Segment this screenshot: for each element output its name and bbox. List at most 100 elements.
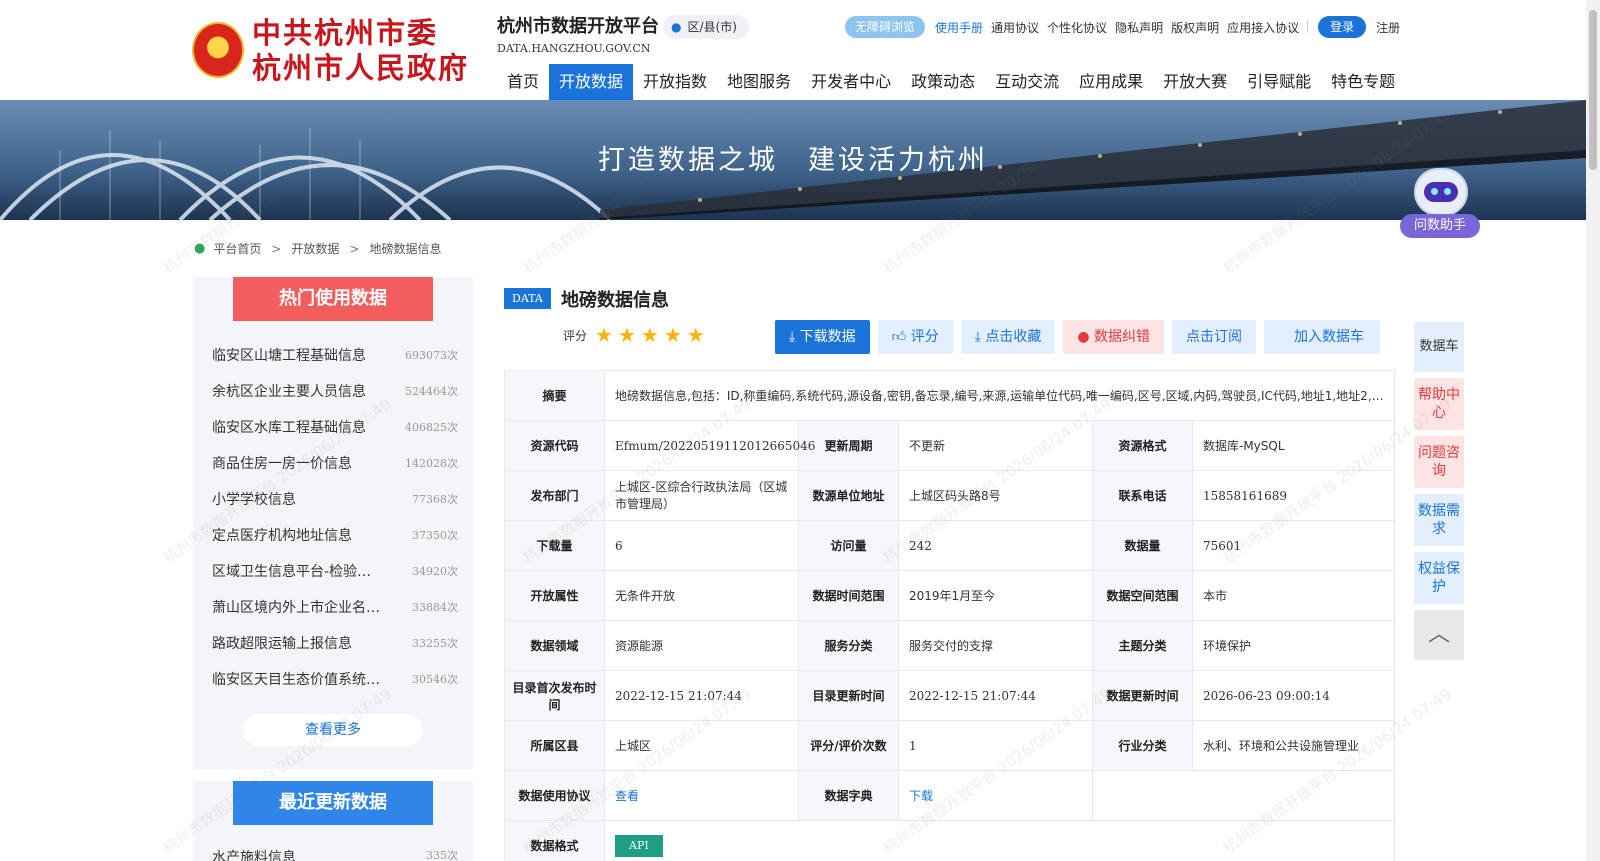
data-cart-button[interactable]: 数据车 xyxy=(1414,322,1464,372)
item-name[interactable]: 临安区水库工程基础信息 xyxy=(212,417,392,437)
rating-count-value: 1 xyxy=(898,720,1093,771)
publisher-value: 上城区-区综合行政执法局（区城市管理局） xyxy=(604,470,799,521)
list-item[interactable]: 临安区水库工程基础信息 406825次 xyxy=(212,409,458,445)
report-label: 数据纠错 xyxy=(1094,329,1151,345)
first-publish-time-value: 2022-12-15 21:07:44 xyxy=(604,670,799,721)
item-count: 37350次 xyxy=(412,529,458,542)
slogan-part-2: 建设活力杭州 xyxy=(808,145,988,176)
field-label: 数据格式 xyxy=(504,820,605,861)
nav-apps[interactable]: 应用成果 xyxy=(1069,64,1153,100)
industry-value: 水利、环境和公共设施管理业 xyxy=(1191,720,1396,771)
page: 中共杭州市委 杭州市人民政府 杭州市数据开放平台 DATA.HANGZHOU.G… xyxy=(0,0,1600,861)
slogan-part-1: 打造数据之城 xyxy=(598,145,778,176)
table-row: 目录首次发布时间 2022-12-15 21:07:44 目录更新时间 2022… xyxy=(504,670,1396,721)
question-consult-button[interactable]: 问题咨询 xyxy=(1414,436,1464,488)
back-to-top-button[interactable]: ︿ xyxy=(1414,610,1464,660)
list-item[interactable]: 萧山区境内外上市企业名… 33884次 xyxy=(212,589,458,625)
government-logo[interactable]: 中共杭州市委 杭州市人民政府 xyxy=(192,16,472,86)
view-agreement-link[interactable]: 查看 xyxy=(615,789,639,803)
nav-open-index[interactable]: 开放指数 xyxy=(633,64,717,100)
nav-guidance[interactable]: 引导赋能 xyxy=(1237,64,1321,100)
resource-code-value: Efmum/20220519112012665046 xyxy=(604,420,815,471)
phone-value: 15858161689 xyxy=(1191,470,1396,521)
item-count: 30546次 xyxy=(412,673,458,686)
time-range-value: 2019年1月至今 xyxy=(898,570,1093,621)
field-label: 所属区县 xyxy=(504,720,605,771)
rate-button[interactable]: 👍︎ 评分 xyxy=(877,320,953,354)
api-format-tag[interactable]: API xyxy=(615,834,663,857)
nav-map-service[interactable]: 地图服务 xyxy=(717,64,801,100)
register-link[interactable]: 注册 xyxy=(1376,19,1400,36)
list-item[interactable]: 路政超限运输上报信息 33255次 xyxy=(212,625,458,661)
item-name[interactable]: 路政超限运输上报信息 xyxy=(212,633,392,653)
nav-developer[interactable]: 开发者中心 xyxy=(801,64,901,100)
assistant-label[interactable]: 问数助手 xyxy=(1400,214,1480,238)
item-count: 406825次 xyxy=(405,421,458,434)
vertical-scrollbar[interactable] xyxy=(1586,0,1600,861)
favorite-label: 点击收藏 xyxy=(985,329,1042,345)
nav-special-topics[interactable]: 特色专题 xyxy=(1321,64,1405,100)
manual-link[interactable]: 使用手册 xyxy=(935,19,983,36)
item-name[interactable]: 水产施料信息 xyxy=(212,847,392,861)
download-button[interactable]: ⤓ 下载数据 xyxy=(775,320,870,354)
help-center-button[interactable]: 帮助中心 xyxy=(1414,378,1464,430)
item-name[interactable]: 区域卫生信息平台-检验… xyxy=(212,561,392,581)
accessibility-button[interactable]: 无障碍浏览 xyxy=(845,16,926,38)
item-name[interactable]: 商品住房一房一价信息 xyxy=(212,453,392,473)
view-more-button[interactable]: 查看更多 xyxy=(243,714,423,746)
banner-slogan: 打造数据之城 建设活力杭州 xyxy=(0,138,1586,177)
list-item[interactable]: 余杭区企业主要人员信息 524464次 xyxy=(212,373,458,409)
table-row: 数据使用协议 查看 数据字典 下载 xyxy=(504,770,1396,821)
download-dictionary-link[interactable]: 下载 xyxy=(909,789,933,803)
field-label: 主题分类 xyxy=(1092,620,1193,671)
item-name[interactable]: 临安区天目生态价值系统… xyxy=(212,669,392,689)
breadcrumb-open-data[interactable]: 开放数据 xyxy=(291,240,339,257)
logo-text: 中共杭州市委 杭州市人民政府 xyxy=(252,16,469,86)
floating-toolbar: 数据车 帮助中心 问题咨询 数据需求 权益保护 ︿ xyxy=(1414,322,1464,666)
item-name[interactable]: 萧山区境内外上市企业名… xyxy=(212,597,392,617)
catalog-update-time-value: 2022-12-15 21:07:44 xyxy=(898,670,1093,721)
item-name[interactable]: 小学学校信息 xyxy=(212,489,392,509)
item-name[interactable]: 定点医疗机构地址信息 xyxy=(212,525,392,545)
add-to-cart-button[interactable]: 加入数据车 xyxy=(1264,320,1381,354)
list-item[interactable]: 定点医疗机构地址信息 37350次 xyxy=(212,517,458,553)
report-error-button[interactable]: ● 数据纠错 xyxy=(1063,320,1165,354)
list-item[interactable]: 临安区山塘工程基础信息 693073次 xyxy=(212,337,458,373)
item-name[interactable]: 余杭区企业主要人员信息 xyxy=(212,381,392,401)
site-title[interactable]: 杭州市数据开放平台 xyxy=(497,12,659,38)
dataset-info-table: 摘要 地磅数据信息,包括：ID,称重编码,系统代码,源设备,密钥,备忘录,编号,… xyxy=(504,370,1396,861)
breadcrumb-home[interactable]: 平台首页 xyxy=(213,240,261,257)
nav-home[interactable]: 首页 xyxy=(497,64,549,100)
favorite-button[interactable]: ⤓ 点击收藏 xyxy=(960,320,1056,354)
download-label: 下载数据 xyxy=(799,329,856,345)
nav-contest[interactable]: 开放大赛 xyxy=(1153,64,1237,100)
item-count: 33255次 xyxy=(412,637,458,650)
personal-agreement-link[interactable]: 个性化协议 xyxy=(1047,19,1107,36)
field-label: 数据领域 xyxy=(504,620,605,671)
login-button[interactable]: 登录 xyxy=(1318,16,1367,38)
subscribe-button[interactable]: 点击订阅 xyxy=(1172,320,1257,354)
item-name[interactable]: 临安区山塘工程基础信息 xyxy=(212,345,392,365)
alert-icon: ● xyxy=(1077,329,1095,345)
privacy-link[interactable]: 隐私声明 xyxy=(1115,19,1163,36)
nav-policy[interactable]: 政策动态 xyxy=(901,64,985,100)
nav-open-data[interactable]: 开放数据 xyxy=(549,64,634,100)
list-item[interactable]: 小学学校信息 77368次 xyxy=(212,481,458,517)
rights-protection-button[interactable]: 权益保护 xyxy=(1414,552,1464,604)
data-dictionary-cell: 下载 xyxy=(898,770,1093,821)
data-demand-button[interactable]: 数据需求 xyxy=(1414,494,1464,546)
list-item[interactable]: 区域卫生信息平台-检验… 34920次 xyxy=(212,553,458,589)
field-label: 数据量 xyxy=(1092,520,1193,571)
app-access-agreement-link[interactable]: 应用接入协议 xyxy=(1227,19,1299,36)
nav-interaction[interactable]: 互动交流 xyxy=(985,64,1069,100)
scrollbar-thumb[interactable] xyxy=(1589,10,1597,170)
region-selector[interactable]: ● 区/县(市) xyxy=(663,15,749,39)
general-agreement-link[interactable]: 通用协议 xyxy=(991,19,1039,36)
list-item[interactable]: 商品住房一房一价信息 142028次 xyxy=(212,445,458,481)
page-title: 地磅数据信息 xyxy=(561,290,669,311)
copyright-link[interactable]: 版权声明 xyxy=(1171,19,1219,36)
field-label: 数据字典 xyxy=(798,770,899,821)
list-item[interactable]: 水产施料信息 335次 xyxy=(212,847,458,861)
assistant-widget[interactable]: 问数助手 xyxy=(1400,168,1480,242)
list-item[interactable]: 临安区天目生态价值系统… 30546次 xyxy=(212,661,458,697)
